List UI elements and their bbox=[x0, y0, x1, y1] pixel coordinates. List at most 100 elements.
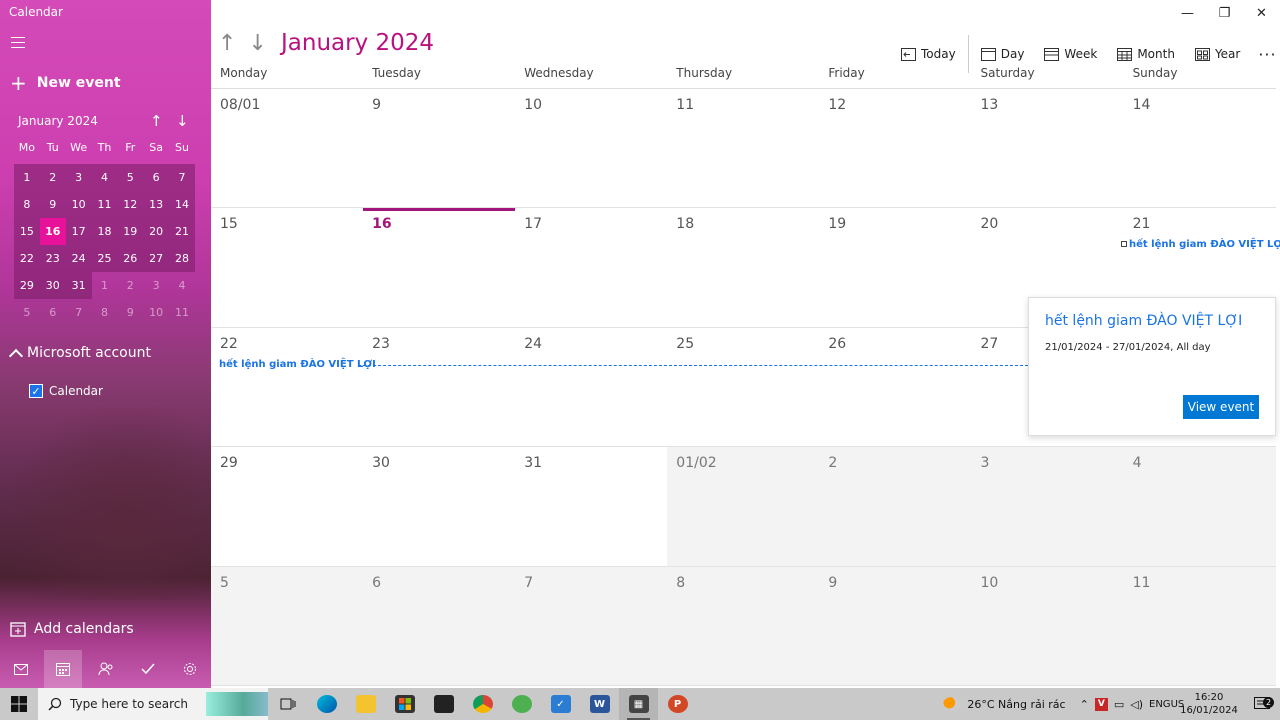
mini-day[interactable]: 2 bbox=[117, 272, 143, 299]
day-cell[interactable]: 4 bbox=[1123, 447, 1276, 566]
chevron-up-tray-icon[interactable]: ⌃ bbox=[1077, 698, 1092, 711]
mini-day[interactable]: 15 bbox=[14, 218, 40, 245]
mini-day[interactable]: 26 bbox=[117, 245, 144, 272]
week-view-button[interactable]: Week bbox=[1038, 45, 1103, 63]
minimize-icon[interactable]: — bbox=[1169, 0, 1206, 26]
taskbar-search-box[interactable]: Type here to search bbox=[38, 688, 268, 720]
powerpoint-icon[interactable]: P bbox=[658, 688, 697, 720]
mini-day[interactable]: 8 bbox=[92, 299, 118, 326]
mini-day[interactable]: 10 bbox=[65, 191, 92, 218]
mini-day[interactable]: 31 bbox=[65, 272, 92, 299]
close-icon[interactable]: ✕ bbox=[1243, 0, 1280, 26]
mini-day[interactable]: 5 bbox=[14, 299, 40, 326]
calendar-app-icon[interactable]: ▦ bbox=[619, 688, 658, 720]
antivirus-icon[interactable]: V bbox=[1092, 697, 1111, 711]
day-cell[interactable]: 9 bbox=[363, 89, 515, 207]
file-explorer-icon[interactable] bbox=[346, 688, 385, 720]
mini-day-today[interactable]: 16 bbox=[39, 218, 66, 245]
mini-day[interactable]: 25 bbox=[91, 245, 118, 272]
language-indicator[interactable]: ENG US bbox=[1146, 698, 1184, 711]
day-cell[interactable]: 7 bbox=[515, 566, 668, 685]
todo-icon[interactable] bbox=[129, 650, 167, 688]
day-cell-today[interactable]: 16 bbox=[363, 208, 516, 326]
mini-day[interactable]: 12 bbox=[117, 191, 144, 218]
day-cell[interactable]: 13 bbox=[971, 89, 1123, 207]
checkbox-checked-icon[interactable]: ✓ bbox=[29, 384, 43, 398]
windows-start-icon[interactable] bbox=[0, 688, 38, 720]
day-cell[interactable]: 30 bbox=[363, 447, 515, 565]
todo-app-icon[interactable]: ✓ bbox=[541, 688, 580, 720]
word-icon[interactable]: W bbox=[580, 688, 619, 720]
day-cell[interactable]: 5 bbox=[211, 566, 364, 685]
day-cell[interactable]: 12 bbox=[819, 89, 971, 207]
store-icon[interactable] bbox=[385, 688, 424, 720]
day-cell[interactable]: 31 bbox=[515, 447, 667, 565]
weather-widget[interactable]: 26°C Nắng rải rác bbox=[940, 697, 1068, 711]
day-cell[interactable]: 18 bbox=[667, 208, 819, 326]
day-cell[interactable]: 9 bbox=[819, 566, 972, 685]
chrome-icon[interactable] bbox=[463, 688, 502, 720]
mini-day[interactable]: 19 bbox=[117, 218, 144, 245]
task-view-icon[interactable] bbox=[268, 688, 307, 720]
mini-day[interactable]: 7 bbox=[169, 164, 195, 191]
notification-icon[interactable]: 2 bbox=[1244, 697, 1280, 711]
day-cell[interactable]: 22 bbox=[211, 328, 363, 446]
mini-day[interactable]: 9 bbox=[117, 299, 143, 326]
calendar-icon[interactable] bbox=[44, 650, 83, 688]
day-view-button[interactable]: Day bbox=[975, 45, 1031, 63]
mini-day[interactable]: 28 bbox=[169, 245, 195, 272]
mail-app-icon[interactable] bbox=[424, 688, 463, 720]
network-icon[interactable]: ▭ bbox=[1111, 698, 1127, 711]
day-cell[interactable]: 24 bbox=[515, 328, 667, 446]
arrow-down-icon[interactable]: ↓ bbox=[176, 112, 189, 130]
people-icon[interactable] bbox=[87, 650, 125, 688]
day-cell[interactable]: 26 bbox=[819, 328, 971, 446]
microsoft-account-toggle[interactable]: Microsoft account bbox=[8, 345, 151, 363]
day-cell[interactable]: 14 bbox=[1124, 89, 1276, 207]
mini-day[interactable]: 21 bbox=[169, 218, 195, 245]
day-cell[interactable]: 3 bbox=[971, 447, 1124, 566]
edge-icon[interactable] bbox=[307, 688, 346, 720]
mini-day[interactable]: 13 bbox=[143, 191, 170, 218]
more-options-icon[interactable]: ··· bbox=[1258, 45, 1276, 64]
mini-day[interactable]: 14 bbox=[169, 191, 195, 218]
add-calendars-button[interactable]: Add calendars bbox=[10, 621, 134, 637]
mini-day[interactable]: 18 bbox=[91, 218, 118, 245]
app-green-icon[interactable] bbox=[502, 688, 541, 720]
next-arrow-icon[interactable]: ↓ bbox=[248, 31, 266, 56]
restore-icon[interactable]: ❐ bbox=[1206, 0, 1243, 26]
calendar-checkbox-row[interactable]: ✓ Calendar bbox=[29, 384, 103, 398]
day-cell[interactable]: 23 bbox=[363, 328, 515, 446]
day-cell[interactable]: 8 bbox=[667, 566, 820, 685]
mini-day[interactable]: 22 bbox=[14, 245, 40, 272]
day-cell[interactable]: 10 bbox=[515, 89, 667, 207]
mini-day[interactable]: 3 bbox=[143, 272, 169, 299]
day-cell[interactable]: 10 bbox=[971, 566, 1124, 685]
month-view-button[interactable]: Month bbox=[1111, 45, 1181, 63]
mini-day[interactable]: 10 bbox=[143, 299, 169, 326]
mini-day[interactable]: 9 bbox=[39, 191, 66, 218]
mini-day[interactable]: 4 bbox=[169, 272, 195, 299]
mini-day[interactable]: 1 bbox=[92, 272, 118, 299]
new-event-button[interactable]: + New event bbox=[10, 73, 121, 93]
settings-icon[interactable] bbox=[171, 650, 209, 688]
today-button[interactable]: Today bbox=[895, 45, 962, 63]
day-cell[interactable]: 01/02 bbox=[667, 447, 820, 566]
menu-icon[interactable] bbox=[11, 37, 25, 49]
mini-day[interactable]: 27 bbox=[143, 245, 170, 272]
day-cell[interactable]: 2 bbox=[819, 447, 972, 566]
mini-day[interactable]: 23 bbox=[39, 245, 66, 272]
mini-day[interactable]: 11 bbox=[91, 191, 118, 218]
mini-day[interactable]: 30 bbox=[39, 272, 66, 299]
mini-day[interactable]: 29 bbox=[14, 272, 40, 299]
day-cell[interactable]: 17 bbox=[515, 208, 667, 326]
day-cell[interactable]: 08/01 bbox=[211, 89, 363, 207]
day-cell[interactable]: 6 bbox=[363, 566, 516, 685]
day-cell[interactable]: 11 bbox=[667, 89, 819, 207]
day-cell[interactable]: 11 bbox=[1123, 566, 1276, 685]
mini-day[interactable]: 11 bbox=[169, 299, 195, 326]
mini-day[interactable]: 3 bbox=[65, 164, 92, 191]
mail-icon[interactable] bbox=[2, 650, 40, 688]
view-event-button[interactable]: View event bbox=[1183, 395, 1259, 419]
day-cell[interactable]: 15 bbox=[211, 208, 363, 326]
